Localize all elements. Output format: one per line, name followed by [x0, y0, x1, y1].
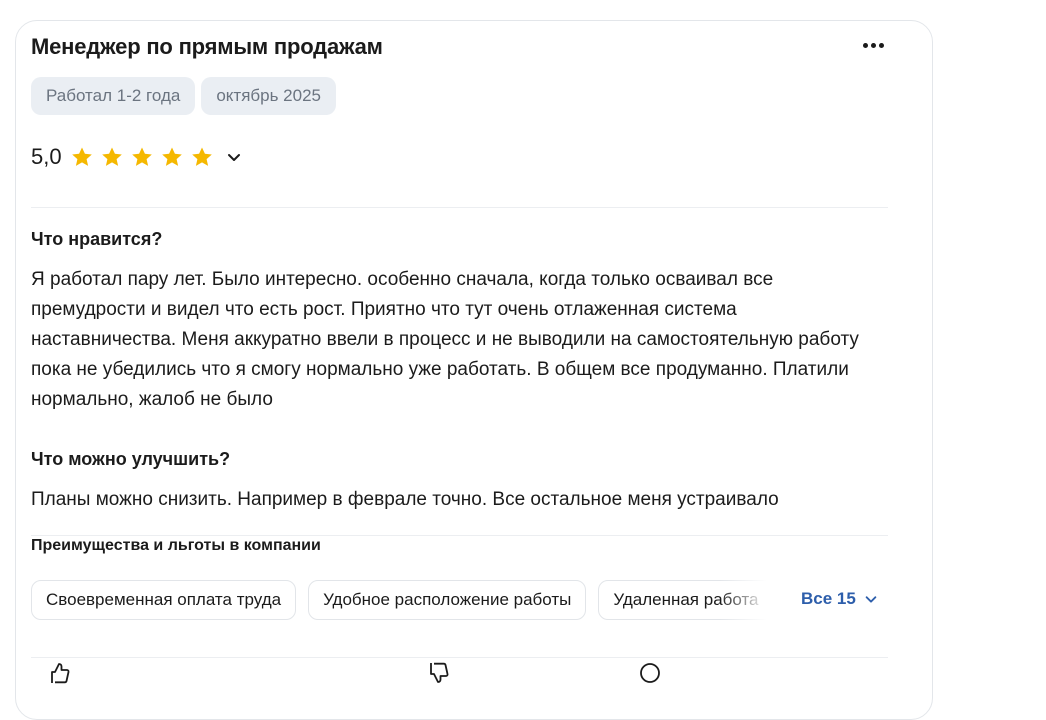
benefits-heading: Преимущества и льготы в компании — [31, 537, 321, 554]
review-title: Менеджер по прямым продажам — [31, 34, 383, 59]
likes-heading: Что нравится? — [31, 229, 163, 249]
tag-date: октябрь 2025 — [201, 77, 336, 115]
divider — [31, 535, 888, 536]
rating-toggle[interactable]: 5,0 — [31, 144, 242, 170]
star-icon — [161, 147, 182, 166]
star-icon — [101, 147, 122, 166]
benefits-fade — [720, 580, 775, 620]
improve-heading: Что можно улучшить? — [31, 449, 231, 469]
comment-icon[interactable] — [639, 662, 661, 684]
thumbs-up-icon[interactable] — [48, 662, 70, 684]
show-all-benefits-button[interactable]: Все 15 — [801, 589, 878, 609]
benefits-list: Своевременная оплата труда Удобное распо… — [31, 580, 771, 620]
benefit-chip[interactable]: Своевременная оплата труда — [31, 580, 297, 620]
show-all-label: Все 15 — [801, 589, 856, 608]
review-tags: Работал 1-2 года октябрь 2025 — [31, 77, 336, 115]
rating-stars — [70, 145, 214, 169]
star-icon — [131, 147, 152, 166]
improve-text: Планы можно снизить. Например в феврале … — [31, 489, 779, 510]
more-options-icon[interactable] — [858, 36, 888, 54]
star-icon — [71, 147, 92, 166]
chevron-down-icon — [865, 596, 877, 603]
thumbs-down-icon[interactable] — [427, 662, 449, 684]
divider — [31, 657, 888, 658]
star-icon — [191, 147, 212, 166]
benefit-chip[interactable]: Удобное расположение работы — [308, 580, 587, 620]
tag-experience: Работал 1-2 года — [31, 77, 196, 115]
chevron-down-icon — [227, 154, 240, 161]
divider — [31, 207, 888, 208]
rating-value: 5,0 — [31, 144, 62, 169]
likes-text: Я работал пару лет. Было интересно. особ… — [31, 269, 859, 410]
